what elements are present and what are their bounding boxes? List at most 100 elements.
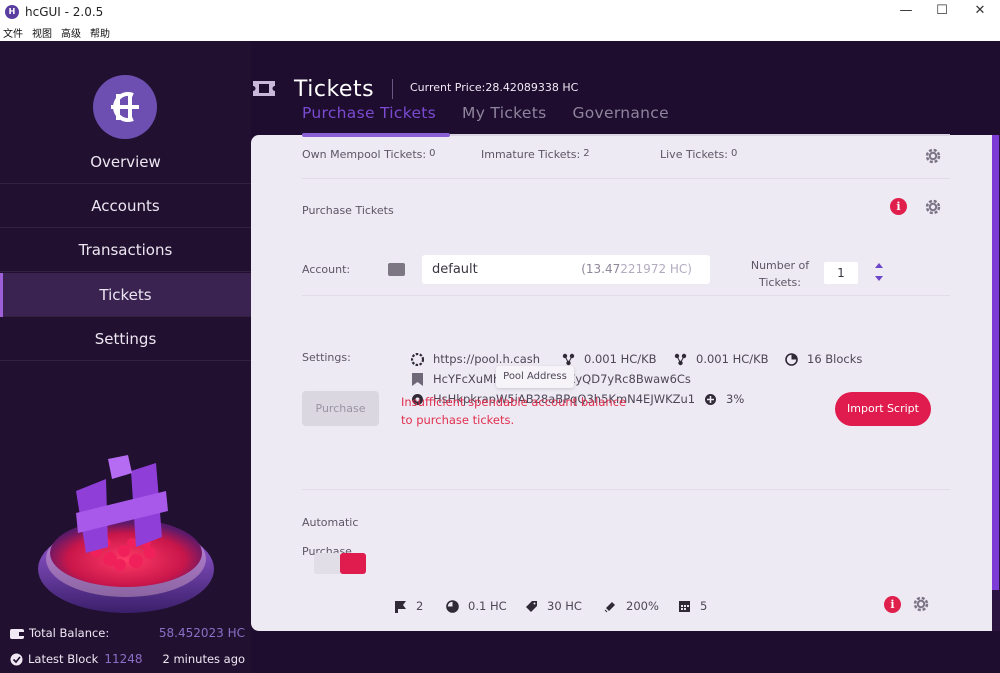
sidebar-item-accounts[interactable]: Accounts <box>0 184 251 228</box>
sidebar-item-transactions[interactable]: Transactions <box>0 228 251 272</box>
fee-icon <box>674 353 687 365</box>
auto-item-tickets: 2 <box>394 599 423 613</box>
pool-fee-icon <box>705 393 716 405</box>
sidebar-item-label: Accounts <box>91 196 160 215</box>
ticket-address-icon <box>412 372 423 386</box>
tab-governance[interactable]: Governance <box>572 104 669 122</box>
sidebar-item-tickets[interactable]: Tickets <box>0 273 251 317</box>
account-balance-decimals: 221972 HC) <box>620 262 692 276</box>
account-balance-main: (13.47 <box>581 262 621 276</box>
tab-my-tickets[interactable]: My Tickets <box>462 104 546 122</box>
gear-icon[interactable] <box>924 147 942 165</box>
window-titlebar: H hcGUI - 2.0.5 — ☐ ✕ <box>0 0 1000 24</box>
stat-immature: Immature Tickets: 2 <box>481 148 590 161</box>
setting-expiry: 16 Blocks <box>785 352 862 366</box>
total-balance: Total Balance: 58.452023 HC <box>10 623 245 643</box>
stat-own-mempool: Own Mempool Tickets: 0 <box>302 148 435 161</box>
tab-underline-active <box>302 133 450 137</box>
flag-icon <box>395 600 406 613</box>
auto-item-value: 30 HC <box>547 599 582 613</box>
maximize-button[interactable]: ☐ <box>924 0 960 24</box>
error-message: Insufficient spendable account balance t… <box>401 393 651 429</box>
menu-advanced[interactable]: 高级 <box>61 25 81 40</box>
number-of-tickets-label: Number of Tickets: <box>750 259 810 289</box>
purchase-button[interactable]: Purchase <box>302 391 379 426</box>
ticket-icon <box>253 81 275 96</box>
stat-label: Own Mempool Tickets: <box>302 148 427 161</box>
account-select[interactable]: default (13.47221972 HC) <box>422 255 710 284</box>
setting-pool-value: https://pool.h.cash <box>433 352 541 366</box>
gear-icon[interactable] <box>912 595 930 613</box>
sidebar: Overview Accounts Transactions Tickets S… <box>0 41 251 673</box>
latest-block-label: Latest Block <box>28 652 99 666</box>
purchase-section-title: Purchase Tickets <box>302 204 394 217</box>
info-icon[interactable]: i <box>884 596 901 613</box>
info-icon[interactable]: i <box>890 198 907 215</box>
auto-item-value: 0.1 HC <box>468 599 507 613</box>
sidebar-item-label: Settings <box>94 329 157 348</box>
decrement-arrow-icon[interactable] <box>875 276 883 281</box>
clock-icon <box>785 352 798 366</box>
current-price: Current Price:28.42089338 HC <box>410 81 579 94</box>
page-title: Tickets <box>294 77 375 102</box>
stat-value: 2 <box>583 148 590 159</box>
app-logo-icon: H <box>5 5 19 19</box>
sidebar-item-settings[interactable]: Settings <box>0 317 251 361</box>
auto-purchase-label: Automatic <box>302 516 359 529</box>
tab-purchase-tickets[interactable]: Purchase Tickets <box>302 104 436 122</box>
auto-item-value: 2 <box>416 599 424 613</box>
fee-icon <box>562 353 575 365</box>
error-line: Insufficient spendable account balance <box>401 395 627 409</box>
gear-icon[interactable] <box>924 198 942 216</box>
setting-pool: https://pool.h.cash <box>411 352 540 366</box>
hc-logo-icon <box>93 75 157 139</box>
sidebar-item-label: Transactions <box>78 240 173 259</box>
settings-label: Settings: <box>302 351 351 364</box>
sidebar-item-label: Tickets <box>99 285 152 304</box>
setting-ticket-fee-value: 0.001 HC/KB <box>584 352 657 366</box>
account-balance: (13.47221972 HC) <box>581 262 692 276</box>
setting-tx-fee-value: 0.001 HC/KB <box>696 352 769 366</box>
stat-live: Live Tickets: 0 <box>660 148 737 161</box>
divider <box>302 295 950 296</box>
menubar: 文件 视图 高级 帮助 <box>0 24 1000 41</box>
close-button[interactable]: ✕ <box>962 0 998 24</box>
divider <box>302 178 950 179</box>
tickets-hero-illustration <box>38 455 214 613</box>
stat-value: 0 <box>429 148 436 159</box>
account-value: default <box>432 262 478 277</box>
account-label: Account: <box>302 263 351 276</box>
setting-expiry-value: 16 Blocks <box>807 352 863 366</box>
block-icon <box>10 653 23 665</box>
stat-value: 0 <box>730 148 738 159</box>
menu-help[interactable]: 帮助 <box>90 25 110 40</box>
minimize-button[interactable]: — <box>888 0 924 24</box>
stat-label: Immature Tickets: <box>481 148 581 161</box>
tabs: Purchase Tickets My Tickets Governance <box>302 104 695 122</box>
auto-item-count: 5 <box>678 599 707 613</box>
auto-item-value: 200% <box>626 599 659 613</box>
window-title: hcGUI - 2.0.5 <box>25 5 104 19</box>
divider <box>302 489 950 490</box>
stat-label: Live Tickets: <box>660 148 728 161</box>
wallet-icon <box>10 628 24 639</box>
toggle-knob[interactable] <box>340 553 366 574</box>
scrollbar-thumb[interactable] <box>992 135 999 590</box>
ticket-stack-icon <box>604 601 615 612</box>
error-line: to purchase tickets. <box>401 413 515 427</box>
setting-tx-fee: 0.001 HC/KB <box>674 352 769 366</box>
auto-item-balance: 30 HC <box>525 599 582 613</box>
latest-block: Latest Block 11248 2 minutes ago <box>10 649 250 669</box>
auto-item-fee: 0.1 HC <box>446 599 507 613</box>
import-script-button[interactable]: Import Script <box>835 392 931 426</box>
setting-pool-fee: 3% <box>704 392 744 406</box>
wallet-icon <box>388 263 405 276</box>
sidebar-item-overview[interactable]: Overview <box>0 140 251 184</box>
header-divider <box>392 79 393 99</box>
increment-arrow-icon[interactable] <box>875 263 883 268</box>
number-of-tickets-input[interactable]: 1 <box>824 262 858 284</box>
setting-pool-fee-value: 3% <box>726 392 745 406</box>
menu-view[interactable]: 视图 <box>32 25 52 40</box>
total-balance-value: 58.452023 HC <box>158 626 245 640</box>
menu-file[interactable]: 文件 <box>3 25 23 40</box>
